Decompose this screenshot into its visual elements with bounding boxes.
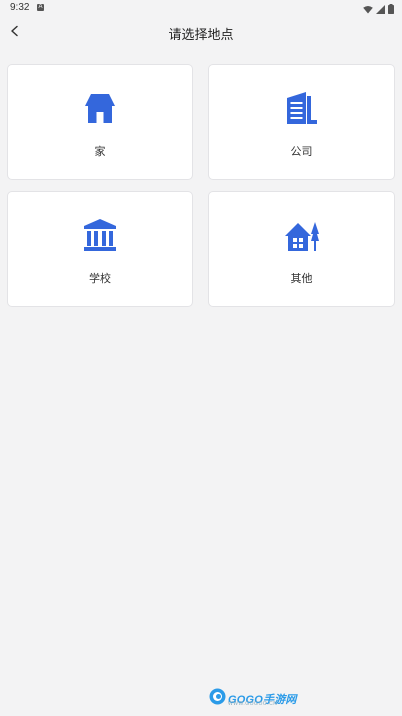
header: 请选择地点 [0,16,402,48]
wifi-icon [363,0,373,18]
house-icon [82,90,118,126]
office-building-icon [284,90,320,126]
location-label: 学校 [89,272,111,285]
location-card-office[interactable]: 公司 [208,64,395,180]
status-time: 9:32 [10,2,30,13]
signal-icon [376,0,385,18]
school-building-icon [82,217,118,253]
location-label: 其他 [290,272,313,285]
watermark-logo: GOGO手游网 WWW.GOGOO.CN [209,688,297,709]
watermark-sub: WWW.GOGOO.CN [228,701,278,707]
location-card-other[interactable]: 其他 [208,191,395,307]
battery-icon [388,0,394,18]
cabin-with-tree-icon [284,217,320,253]
gogo-logo-icon [209,688,226,709]
a-badge-icon: A [37,4,44,11]
location-card-school[interactable]: 学校 [7,191,193,307]
status-icons [363,2,394,14]
location-label: 家 [94,145,106,158]
location-grid: 家 公司 学校 其他 [7,64,395,307]
location-label: 公司 [290,145,313,158]
location-card-home[interactable]: 家 [7,64,193,180]
status-bar: 9:32 A [0,0,402,16]
page-title: 请选择地点 [168,28,234,43]
